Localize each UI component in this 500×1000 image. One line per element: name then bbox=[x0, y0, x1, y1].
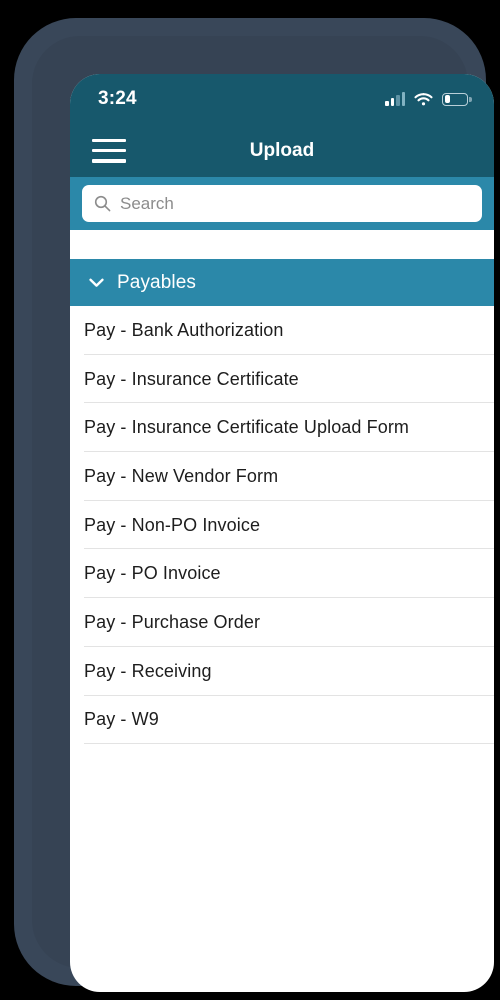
list-item-label: Pay - PO Invoice bbox=[84, 563, 221, 584]
status-bar-icons bbox=[385, 92, 472, 106]
document-type-list: Pay - Bank Authorization Pay - Insurance… bbox=[70, 306, 494, 745]
cellular-signal-icon bbox=[385, 92, 405, 106]
list-item[interactable]: Pay - Non-PO Invoice bbox=[70, 501, 494, 550]
list-item[interactable]: Pay - Insurance Certificate Upload Form bbox=[70, 403, 494, 452]
wifi-icon bbox=[414, 92, 433, 106]
hamburger-menu-icon[interactable] bbox=[92, 138, 126, 163]
search-input[interactable] bbox=[120, 193, 482, 214]
battery-fill bbox=[444, 95, 451, 103]
list-item[interactable]: Pay - PO Invoice bbox=[70, 549, 494, 598]
list-item-label: Pay - Non-PO Invoice bbox=[84, 514, 261, 535]
list-item-label: Pay - Bank Authorization bbox=[84, 319, 284, 340]
list-item[interactable]: Pay - Insurance Certificate bbox=[70, 355, 494, 404]
list-item-label: Pay - W9 bbox=[84, 709, 159, 730]
section-title: Payables bbox=[117, 271, 196, 293]
phone-frame-inner: 3:24 Upload Search Payables Pay - Bank A… bbox=[32, 36, 494, 992]
list-item-label: Pay - Insurance Certificate Upload Form bbox=[84, 417, 410, 438]
section-header-payables[interactable]: Payables bbox=[70, 259, 494, 306]
content-gap bbox=[70, 230, 494, 259]
status-bar-time: 3:24 bbox=[98, 88, 137, 109]
battery-icon bbox=[442, 92, 472, 106]
list-item-label: Pay - Insurance Certificate bbox=[84, 368, 299, 389]
navigation-bar: Upload bbox=[70, 124, 494, 177]
list-item[interactable]: Pay - W9 bbox=[70, 696, 494, 745]
list-item[interactable]: Pay - Bank Authorization bbox=[70, 306, 494, 355]
chevron-down-icon bbox=[87, 273, 106, 292]
list-item-label: Pay - New Vendor Form bbox=[84, 465, 279, 486]
search-bar-container bbox=[70, 177, 494, 230]
list-item[interactable]: Pay - Purchase Order bbox=[70, 598, 494, 647]
page-title: Upload bbox=[249, 139, 315, 161]
list-item[interactable]: Pay - New Vendor Form bbox=[70, 452, 494, 501]
list-item[interactable]: Pay - Receiving bbox=[70, 647, 494, 696]
search-icon bbox=[94, 195, 111, 212]
list-item-label: Pay - Receiving bbox=[84, 660, 212, 681]
status-bar: 3:24 bbox=[70, 74, 494, 124]
screenshot-stage: 3:24 Upload Search Payables Pay - Bank A… bbox=[0, 0, 500, 1000]
list-item-label: Pay - Purchase Order bbox=[84, 611, 261, 632]
search-field[interactable] bbox=[82, 185, 482, 222]
phone-screen: 3:24 Upload Search Payables Pay - Bank A… bbox=[70, 74, 494, 992]
phone-frame: 3:24 Upload Search Payables Pay - Bank A… bbox=[14, 18, 494, 992]
